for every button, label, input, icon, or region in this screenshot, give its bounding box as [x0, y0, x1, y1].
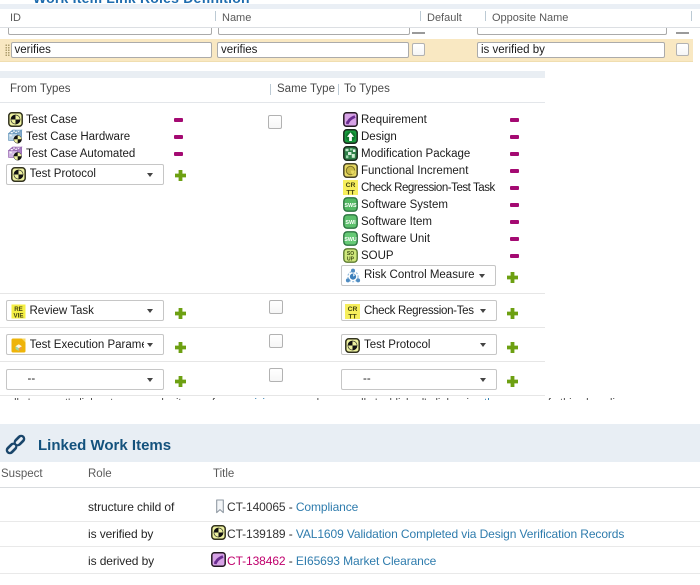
- svg-text:SWU: SWU: [344, 237, 357, 243]
- svg-text:SWI: SWI: [345, 220, 356, 226]
- svg-text:SWS: SWS: [344, 203, 357, 209]
- svg-text:CR: CR: [348, 306, 358, 313]
- svg-text:UP: UP: [347, 257, 355, 263]
- svg-text:TT: TT: [348, 313, 357, 319]
- svg-text:CR: CR: [346, 182, 356, 189]
- svg-text:VIE: VIE: [13, 312, 23, 318]
- svg-text:TT: TT: [346, 189, 355, 195]
